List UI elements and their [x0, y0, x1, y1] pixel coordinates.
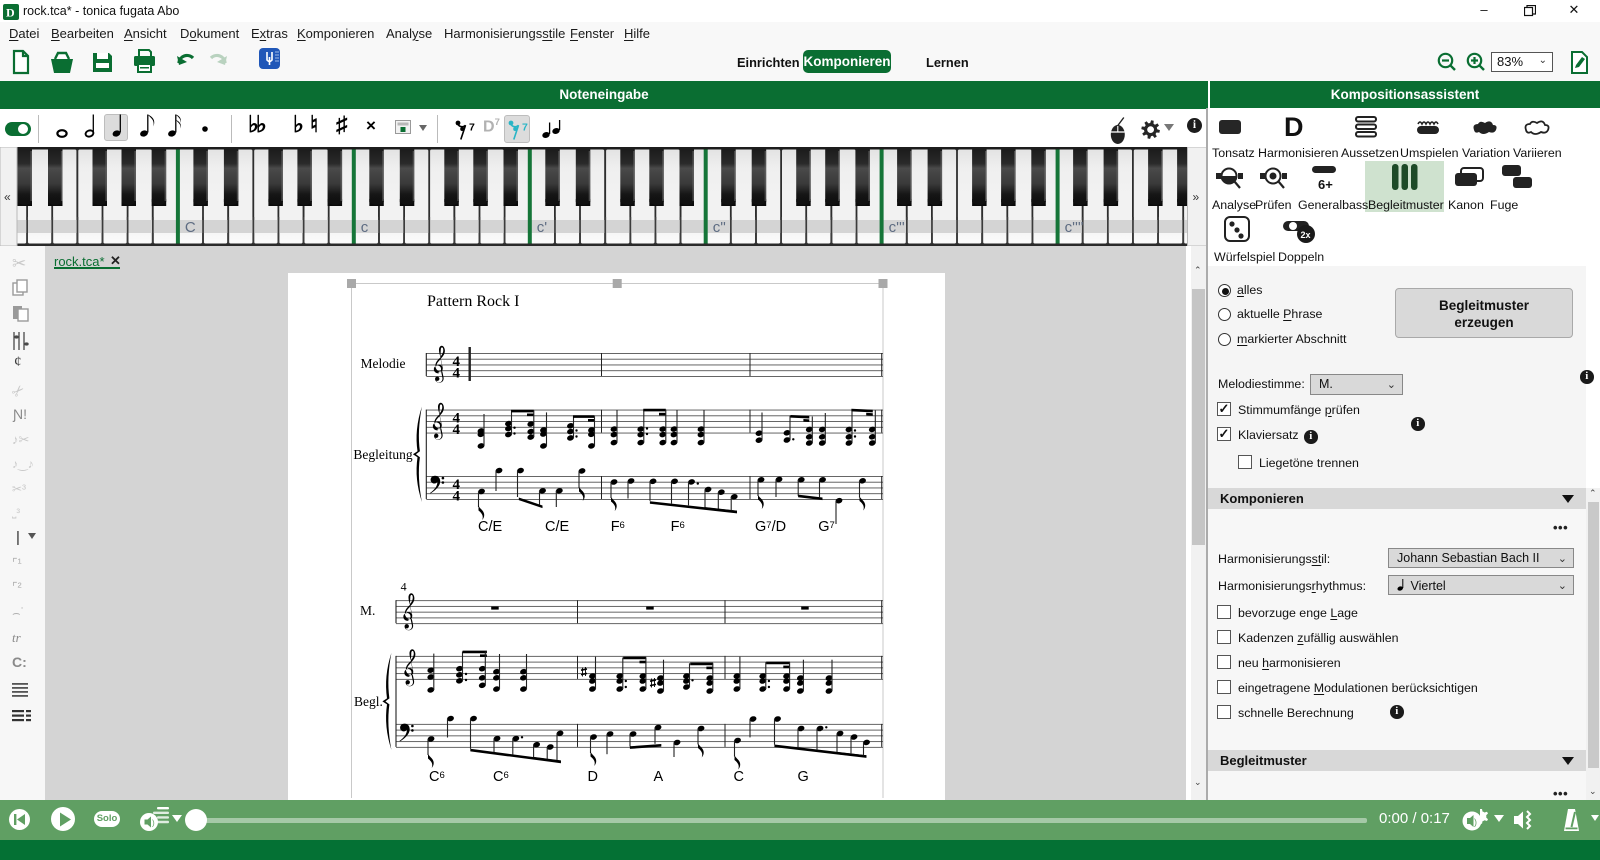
svg-text:c'': c''	[713, 219, 726, 236]
svg-text:): )	[1474, 817, 1477, 827]
svg-text:»: »	[1193, 190, 1200, 204]
svg-text:Pattern Rock I: Pattern Rock I	[427, 293, 519, 310]
svg-text:C6: C6	[493, 769, 509, 785]
svg-text:F6: F6	[611, 519, 625, 535]
svg-text:4: 4	[453, 422, 461, 438]
svg-text:7: 7	[469, 122, 475, 134]
svg-text:Melodie: Melodie	[361, 356, 406, 371]
svg-text:F6: F6	[671, 519, 685, 535]
svg-text:C/E: C/E	[545, 519, 570, 535]
svg-text:4: 4	[401, 580, 407, 594]
svg-text:c''': c'''	[889, 219, 905, 236]
svg-text:4: 4	[453, 489, 461, 505]
svg-text:G: G	[798, 769, 809, 785]
svg-text:G7: G7	[818, 519, 835, 535]
svg-text:c'''': c''''	[1065, 219, 1084, 236]
svg-text:G7/D: G7/D	[755, 519, 786, 535]
svg-text:): )	[152, 819, 155, 828]
svg-text:C6: C6	[429, 769, 445, 785]
svg-text:D: D	[6, 6, 15, 20]
svg-text:2x: 2x	[1301, 230, 1311, 240]
svg-text:7: 7	[522, 122, 528, 134]
svg-text:Begl.: Begl.	[354, 694, 383, 709]
svg-text:C: C	[734, 769, 744, 785]
svg-text:C/E: C/E	[478, 519, 503, 535]
svg-text:4: 4	[453, 366, 461, 382]
svg-text:Begleitung: Begleitung	[353, 447, 412, 462]
svg-text:A: A	[654, 769, 664, 785]
svg-text:c: c	[361, 219, 369, 236]
svg-text:C: C	[185, 219, 196, 236]
svg-text:M.: M.	[360, 603, 375, 618]
svg-text:c': c'	[537, 219, 548, 236]
svg-text:«: «	[4, 190, 11, 204]
svg-text:D: D	[588, 769, 598, 785]
